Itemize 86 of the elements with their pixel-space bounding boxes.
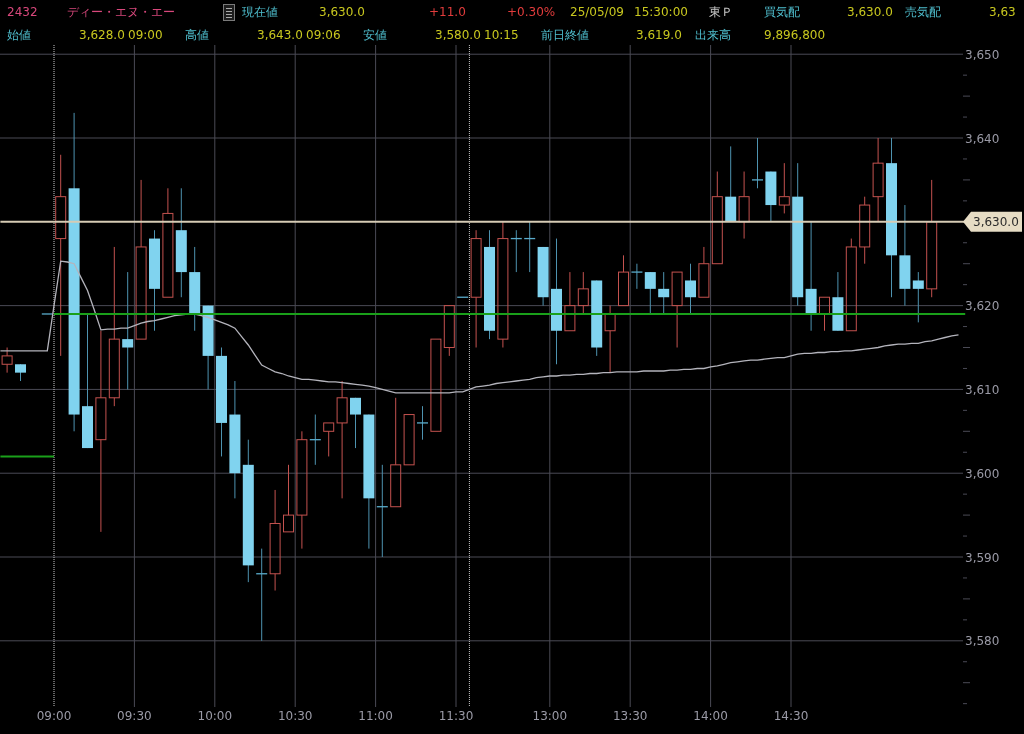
market-name: 東Ｐ [709,5,733,20]
axis-tick [962,577,968,579]
axis-tick [962,200,968,202]
axis-tick [962,284,968,286]
candlestick [751,137,764,189]
candlestick [738,171,750,240]
price-axis-label: 3,580 [965,634,1000,649]
field-label: 始値 [7,27,31,43]
bid-price: 3,630.0 [847,5,893,20]
time-axis-label: 11:00 [358,709,393,723]
time-axis-label: 14:30 [773,709,809,723]
time-axis-label: 14:00 [693,709,728,723]
axis-tick [962,598,971,600]
time-axis-label: 09:30 [117,709,152,723]
axis-tick [962,682,971,684]
time-axis-label: 10:00 [197,709,233,723]
candlestick [537,246,549,307]
axis-tick [962,535,968,537]
axis-tick [962,703,968,705]
axis-tick [962,409,968,411]
candlestick [523,221,536,273]
candlestick [859,196,871,265]
time-axis-label: 09:00 [36,709,72,723]
time-axis-label: 11:30 [438,709,474,723]
stat-time: 09:06 [306,27,341,43]
axis-tick [962,661,968,663]
candlestick [350,397,361,449]
candlestick [1,347,13,374]
stat-value: 3,619.0 [636,27,682,43]
field-label: 出来高 [695,27,731,43]
price-tag: 3,630.0 [963,211,1022,232]
axis-tick [962,347,971,348]
stat-time: 09:00 [128,27,163,43]
stat-value: 3,628.0 [79,27,125,43]
stock-code: 2432 [7,5,38,20]
ask-price: 3,63 [989,5,1016,20]
candlestick [765,171,777,223]
time-axis-label: 13:30 [612,709,648,723]
candlestick [15,363,26,382]
axis-tick [962,95,971,97]
axis-tick [962,116,968,118]
last-price: 3,630.0 [319,5,365,20]
field-label: 高値 [185,27,209,43]
time-axis-label: 10:30 [277,709,313,723]
stat-time: 10:15 [484,27,519,43]
axis-tick [962,367,968,369]
candlestick [685,263,696,315]
axis-tick [962,158,968,160]
axis-tick [962,179,971,181]
company-name: ディー・エヌ・エー [67,5,175,20]
axis-tick [962,451,968,453]
field-label: 前日終値 [541,27,589,43]
time-axis-label: 13:00 [532,709,568,723]
candlestick [283,464,294,533]
field-label: 買気配 [764,5,800,20]
field-label: 安値 [363,27,387,43]
axis-tick [962,430,971,432]
reference-line [0,455,55,458]
price-axis-label: 3,640 [965,131,1000,146]
candlestick [564,271,576,332]
price-change: +11.0 [429,5,466,20]
candlestick [819,296,830,332]
stat-value: 3,643.0 [257,27,303,43]
candlestick [604,305,616,374]
price-axis-label: 3,590 [965,550,1000,565]
axis-tick [962,619,968,621]
price-axis-label: 3,610 [965,382,1000,397]
field-label: 売気配 [905,5,941,20]
price-axis-label: 3,600 [965,466,1000,481]
axis-tick [962,514,971,516]
percent-change: +0.30% [507,5,556,20]
axis-tick [962,263,971,265]
document-icon[interactable] [223,4,235,21]
candlestick [577,271,589,315]
axis-tick [962,74,968,76]
axis-tick [962,326,968,328]
stat-value: 9,896,800 [764,27,826,43]
price-axis-label: 3,620 [965,299,1000,314]
candlestick [778,162,790,214]
stat-value: 3,580.0 [435,27,481,43]
quote-time: 15:30:00 [634,5,688,20]
field-label: 現在値 [242,5,278,20]
price-axis-label: 3,650 [965,47,1000,62]
quote-date: 25/05/09 [570,5,624,20]
axis-tick [962,242,968,244]
axis-tick [962,493,968,495]
